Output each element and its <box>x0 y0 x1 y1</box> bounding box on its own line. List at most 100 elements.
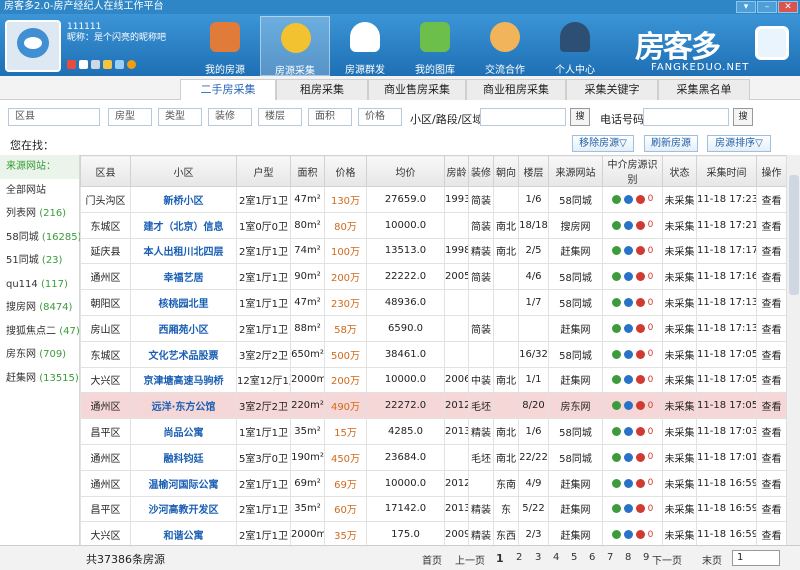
table-row[interactable]: 房山区 西厢苑小区 2室1厅1卫 88m² 58万 6590.0 简装 赶集网 0 未采集 11-1… <box>80 314 786 342</box>
nav-cooperation[interactable]: 交流合作 <box>470 16 540 76</box>
column-header[interactable]: 房龄 <box>444 155 469 187</box>
table-row[interactable]: 东城区 建才（北京）信息 1室0厅0卫 80m² 80万 10000.0 简装 南北 18/18… <box>80 211 786 239</box>
green-icon[interactable] <box>611 478 621 488</box>
community-link[interactable]: 沙河高教开发区 <box>130 495 237 523</box>
table-row[interactable]: 昌平区 沙河高教开发区 2室1厅1卫 35m² 60万 17142.0 2013 精装东 5/2… <box>80 495 786 523</box>
paw-icon[interactable] <box>623 427 633 437</box>
paw-icon[interactable] <box>623 504 633 514</box>
sort-listing-button[interactable]: 房源排序▽ <box>707 135 771 152</box>
column-header[interactable]: 面积 <box>290 155 325 187</box>
nav-my-listings[interactable]: 我的房源 <box>190 16 260 76</box>
heart-icon[interactable] <box>67 60 76 69</box>
close-button[interactable]: ✕ <box>778 1 798 13</box>
view-button[interactable]: 查看 <box>756 314 786 342</box>
source-site-item[interactable]: qu114 (117) <box>0 273 79 297</box>
page-link[interactable]: 6 <box>589 552 595 563</box>
paw-icon[interactable] <box>623 401 633 411</box>
column-header[interactable]: 区县 <box>80 155 131 187</box>
alert-icon[interactable] <box>635 452 645 462</box>
view-button[interactable]: 查看 <box>756 469 786 497</box>
tab-blacklist[interactable]: 采集黑名单 <box>658 79 750 100</box>
green-icon[interactable] <box>611 272 621 282</box>
tab-keywords[interactable]: 采集关键字 <box>566 79 658 100</box>
alert-icon[interactable] <box>635 220 645 230</box>
source-site-item[interactable]: 全部网站 <box>0 179 79 203</box>
nav-mass-posting[interactable]: 房源群发 <box>330 16 400 76</box>
page-select[interactable]: 1 <box>732 550 780 566</box>
price-select[interactable]: 价格 <box>358 108 402 126</box>
first-page-link[interactable]: 首页 <box>422 552 442 567</box>
last-page-link[interactable]: 末页 <box>702 552 722 567</box>
view-button[interactable]: 查看 <box>756 340 786 368</box>
paw-icon[interactable] <box>623 530 633 540</box>
page-link[interactable]: 3 <box>535 552 541 563</box>
minimize-button[interactable]: – <box>757 1 777 13</box>
community-link[interactable]: 西厢苑小区 <box>130 314 237 342</box>
table-row[interactable]: 昌平区 尚品公寓 1室1厅1卫 35m² 15万 4285.0 2013 精装 南北 1/6 58同… <box>80 418 786 445</box>
table-row[interactable]: 通州区 远洋·东方公馆 3室2厅2卫 220m² 490万 22272.0 2012 毛坯 8/… <box>80 392 786 420</box>
green-icon[interactable] <box>611 323 621 333</box>
vertical-scrollbar[interactable] <box>786 155 800 545</box>
view-button[interactable]: 查看 <box>756 237 786 265</box>
view-button[interactable]: 查看 <box>756 443 786 471</box>
road-search-button[interactable]: 搜 <box>570 108 590 126</box>
paw-icon[interactable] <box>623 298 633 308</box>
table-row[interactable]: 朝阳区 核桃园北里 1室1厅1卫 47m² 230万 48936.0 1/7 58同城 0 未采集… <box>80 289 786 316</box>
monitor-icon[interactable] <box>79 60 88 69</box>
green-icon[interactable] <box>611 194 621 204</box>
green-icon[interactable] <box>611 530 621 540</box>
green-icon[interactable] <box>611 349 621 359</box>
source-site-item[interactable]: 搜狐焦点二 (47) <box>0 320 80 344</box>
table-row[interactable]: 大兴区京津塘高速马驹桥12室12厅1卫2000m²200万10000.02006… <box>80 366 786 394</box>
alert-icon[interactable] <box>635 246 645 256</box>
community-link[interactable]: 核桃园北里 <box>130 289 237 316</box>
alert-icon[interactable] <box>635 298 645 308</box>
alert-icon[interactable] <box>635 401 645 411</box>
paw-icon[interactable] <box>623 478 633 488</box>
column-header[interactable]: 楼层 <box>518 155 549 187</box>
community-link[interactable]: 幸福艺居 <box>130 263 237 291</box>
green-icon[interactable] <box>611 401 621 411</box>
green-icon[interactable] <box>611 375 621 385</box>
view-button[interactable]: 查看 <box>756 392 786 420</box>
view-button[interactable]: 查看 <box>756 186 786 213</box>
source-site-item[interactable]: 房东网 (709) <box>0 343 79 367</box>
view-button[interactable]: 查看 <box>756 289 786 316</box>
source-site-item[interactable]: 搜房网 (8474) <box>0 296 79 320</box>
phone-search-input[interactable] <box>643 108 729 126</box>
refresh-listing-button[interactable]: 刷新房源 <box>644 135 698 152</box>
source-site-item[interactable]: 赶集网 (13515) <box>0 367 79 391</box>
alert-icon[interactable] <box>635 530 645 540</box>
page-link[interactable]: 1 <box>496 552 504 565</box>
page-link[interactable]: 9 <box>643 552 649 563</box>
column-header[interactable]: 采集时间 <box>696 155 757 187</box>
column-header[interactable]: 装修 <box>468 155 494 187</box>
table-row[interactable]: 通州区 融科钧廷 5室3厅0卫 190m² 450万 23684.0 毛坯 南北 22/22 58… <box>80 443 786 471</box>
decoration-select[interactable]: 装修 <box>208 108 252 126</box>
green-icon[interactable] <box>611 220 621 230</box>
page-link[interactable]: 7 <box>607 552 613 563</box>
table-row[interactable]: 通州区 温榆河国际公寓 2室1厅1卫 69m² 69万 10000.0 2012 东南 4/9 赶… <box>80 469 786 497</box>
tab-commercial-rent[interactable]: 商业租房采集 <box>466 79 566 100</box>
table-row[interactable]: 门头沟区 新桥小区 2室1厅1卫 47m² 130万 27659.0 1993 简装 1/6 58… <box>80 186 786 213</box>
refresh-icon[interactable] <box>127 60 136 69</box>
property-type-select[interactable]: 类型 <box>158 108 202 126</box>
tab-secondhand[interactable]: 二手房采集 <box>180 79 276 100</box>
page-link[interactable]: 5 <box>571 552 577 563</box>
column-header[interactable]: 操作 <box>756 155 786 187</box>
table-row[interactable]: 通州区 幸福艺居 2室1厅1卫 90m² 200万 22222.0 2005 简装 4/6 58同… <box>80 263 786 291</box>
community-link[interactable]: 新桥小区 <box>130 186 237 213</box>
alert-icon[interactable] <box>635 323 645 333</box>
info-icon[interactable] <box>115 60 124 69</box>
nav-my-gallery[interactable]: 我的图库 <box>400 16 470 76</box>
alert-icon[interactable] <box>635 478 645 488</box>
community-link[interactable]: 本人出租川北四层 <box>130 237 237 265</box>
skin-button[interactable]: ▾ <box>736 1 756 13</box>
green-icon[interactable] <box>611 427 621 437</box>
tab-rental[interactable]: 租房采集 <box>276 79 368 100</box>
view-button[interactable]: 查看 <box>756 495 786 523</box>
community-link[interactable]: 建才（北京）信息 <box>130 211 237 239</box>
green-icon[interactable] <box>611 246 621 256</box>
paw-icon[interactable] <box>623 272 633 282</box>
edit-icon[interactable] <box>103 60 112 69</box>
